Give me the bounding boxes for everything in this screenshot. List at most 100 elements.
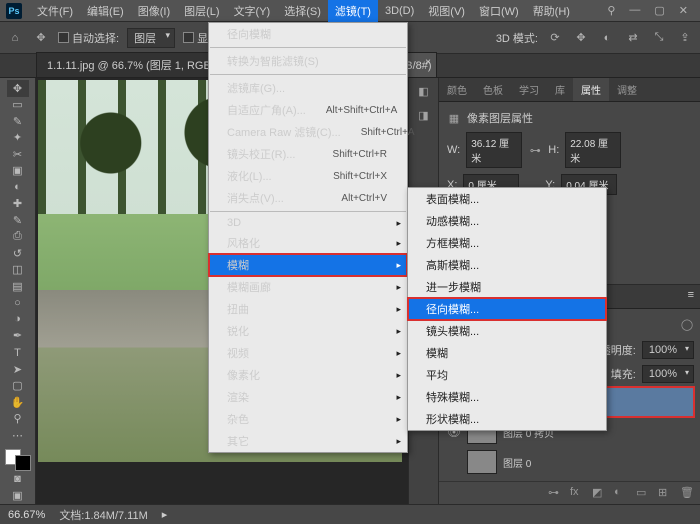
submenu-item[interactable]: 径向模糊... (408, 298, 606, 320)
maximize-icon[interactable]: ▢ (654, 4, 664, 17)
tab-color[interactable]: 颜色 (439, 78, 475, 101)
zoom-level[interactable]: 66.67% (8, 509, 45, 521)
submenu-item[interactable]: 形状模糊... (408, 408, 606, 430)
shape-tool[interactable]: ▢ (7, 377, 29, 394)
submenu-item[interactable]: 模糊 (408, 342, 606, 364)
menu-view[interactable]: 视图(V) (421, 0, 472, 22)
swatches-panel-icon[interactable]: ◨ (415, 106, 433, 124)
path-select-tool[interactable]: ➤ (7, 361, 29, 378)
type-tool[interactable]: T (7, 344, 29, 361)
auto-select-dropdown[interactable]: 图层 (127, 28, 175, 48)
height-field[interactable]: 22.08 厘米 (565, 132, 621, 168)
auto-select-checkbox[interactable]: 自动选择: (58, 30, 119, 46)
submenu-item[interactable]: 进一步模糊 (408, 276, 606, 298)
menu-item[interactable]: 滤镜库(G)... (209, 77, 407, 99)
menu-item[interactable]: 其它 (209, 430, 407, 452)
menu-file[interactable]: 文件(F) (30, 0, 80, 22)
submenu-item[interactable]: 方框模糊... (408, 232, 606, 254)
move-tool[interactable]: ✥ (7, 80, 29, 97)
menu-item[interactable]: 径向模糊 (209, 23, 407, 45)
close-tab-icon[interactable]: × (425, 57, 431, 68)
close-icon[interactable]: ✕ (679, 4, 688, 17)
menu-help[interactable]: 帮助(H) (526, 0, 577, 22)
menu-layer[interactable]: 图层(L) (177, 0, 226, 22)
scale-icon[interactable]: ⤡ (650, 29, 668, 47)
marquee-tool[interactable]: ▭ (7, 97, 29, 114)
submenu-item[interactable]: 平均 (408, 364, 606, 386)
menu-item[interactable]: 自适应广角(A)...Alt+Shift+Ctrl+A (209, 99, 407, 121)
orbit-icon[interactable]: ⟳ (546, 29, 564, 47)
stamp-tool[interactable]: ⎙ (7, 229, 29, 246)
menu-item[interactable]: 扭曲 (209, 298, 407, 320)
menu-item[interactable]: 模糊 (209, 254, 407, 276)
tab-libraries[interactable]: 库 (547, 78, 573, 101)
eyedropper-tool[interactable]: ◐ (7, 179, 29, 196)
pan-icon[interactable]: ✥ (572, 29, 590, 47)
adjustment-icon[interactable]: ◐ (614, 486, 628, 500)
menu-item[interactable]: 液化(L)...Shift+Ctrl+X (209, 165, 407, 187)
color-panel-icon[interactable]: ◧ (415, 82, 433, 100)
pen-tool[interactable]: ✒ (7, 328, 29, 345)
blur-tool[interactable]: ○ (7, 295, 29, 312)
dodge-tool[interactable]: ◑ (7, 311, 29, 328)
slide-icon[interactable]: ⇄ (624, 29, 642, 47)
healing-tool[interactable]: ✚ (7, 196, 29, 213)
minimize-icon[interactable]: — (629, 4, 640, 17)
menu-image[interactable]: 图像(I) (131, 0, 177, 22)
mask-icon[interactable]: ◩ (592, 486, 606, 500)
filter-toggle-icon[interactable]: ◯ (680, 318, 694, 330)
menu-3d[interactable]: 3D(D) (378, 2, 421, 20)
menu-select[interactable]: 选择(S) (277, 0, 328, 22)
delete-icon[interactable]: 🗑 (680, 486, 694, 500)
hand-tool[interactable]: ✋ (7, 394, 29, 411)
fx-icon[interactable]: fx (570, 486, 584, 500)
menu-item[interactable]: 像素化 (209, 364, 407, 386)
link-layers-icon[interactable]: ⊶ (548, 486, 562, 500)
opacity-field[interactable]: 100% (642, 341, 694, 359)
menu-item[interactable]: 风格化 (209, 232, 407, 254)
menu-filter[interactable]: 滤镜(T) (328, 0, 378, 22)
submenu-item[interactable]: 镜头模糊... (408, 320, 606, 342)
tab-learn[interactable]: 学习 (511, 78, 547, 101)
color-swatches[interactable] (5, 449, 31, 470)
quick-select-tool[interactable]: ✦ (7, 130, 29, 147)
menu-item[interactable]: 3D (209, 214, 407, 232)
status-chevron-icon[interactable]: ▸ (162, 508, 168, 521)
group-icon[interactable]: ▭ (636, 486, 650, 500)
layer-name[interactable]: 图层 0 (503, 455, 531, 470)
menu-item[interactable]: 锐化 (209, 320, 407, 342)
menu-item[interactable]: 消失点(V)...Alt+Ctrl+V (209, 187, 407, 209)
search-icon[interactable]: ⚲ (607, 4, 615, 17)
home-icon[interactable]: ⌂ (6, 29, 24, 47)
tab-swatches[interactable]: 色板 (475, 78, 511, 101)
width-field[interactable]: 36.12 厘米 (466, 132, 522, 168)
submenu-item[interactable]: 表面模糊... (408, 188, 606, 210)
menu-item[interactable]: 转换为智能滤镜(S) (209, 50, 407, 72)
history-brush-tool[interactable]: ↺ (7, 245, 29, 262)
menu-item[interactable]: 渲染 (209, 386, 407, 408)
menu-item[interactable]: 视频 (209, 342, 407, 364)
submenu-item[interactable]: 高斯模糊... (408, 254, 606, 276)
frame-tool[interactable]: ▣ (7, 163, 29, 180)
crop-tool[interactable]: ✂ (7, 146, 29, 163)
dolly-icon[interactable]: ◐ (598, 29, 616, 47)
submenu-item[interactable]: 特殊模糊... (408, 386, 606, 408)
screenmode-tool[interactable]: ▣ (7, 487, 29, 504)
menu-type[interactable]: 文字(Y) (227, 0, 278, 22)
submenu-item[interactable]: 动感模糊... (408, 210, 606, 232)
tab-adjustments[interactable]: 调整 (609, 78, 645, 101)
menu-item[interactable]: 杂色 (209, 408, 407, 430)
document-tab[interactable]: 1.1.11.jpg @ 66.7% (图层 1, RGB/8#)× (36, 52, 236, 77)
menu-edit[interactable]: 编辑(E) (80, 0, 131, 22)
menu-window[interactable]: 窗口(W) (472, 0, 526, 22)
edit-toolbar[interactable]: ⋯ (7, 427, 29, 444)
layer-row[interactable]: 图层 0 (445, 447, 694, 477)
fill-field[interactable]: 100% (642, 365, 694, 383)
brush-tool[interactable]: ✎ (7, 212, 29, 229)
eraser-tool[interactable]: ◫ (7, 262, 29, 279)
zoom-tool[interactable]: ⚲ (7, 410, 29, 427)
new-layer-icon[interactable]: ⊞ (658, 486, 672, 500)
quickmask-tool[interactable]: ◙ (7, 471, 29, 488)
gradient-tool[interactable]: ▤ (7, 278, 29, 295)
panel-menu-icon[interactable]: ≡ (682, 285, 700, 308)
